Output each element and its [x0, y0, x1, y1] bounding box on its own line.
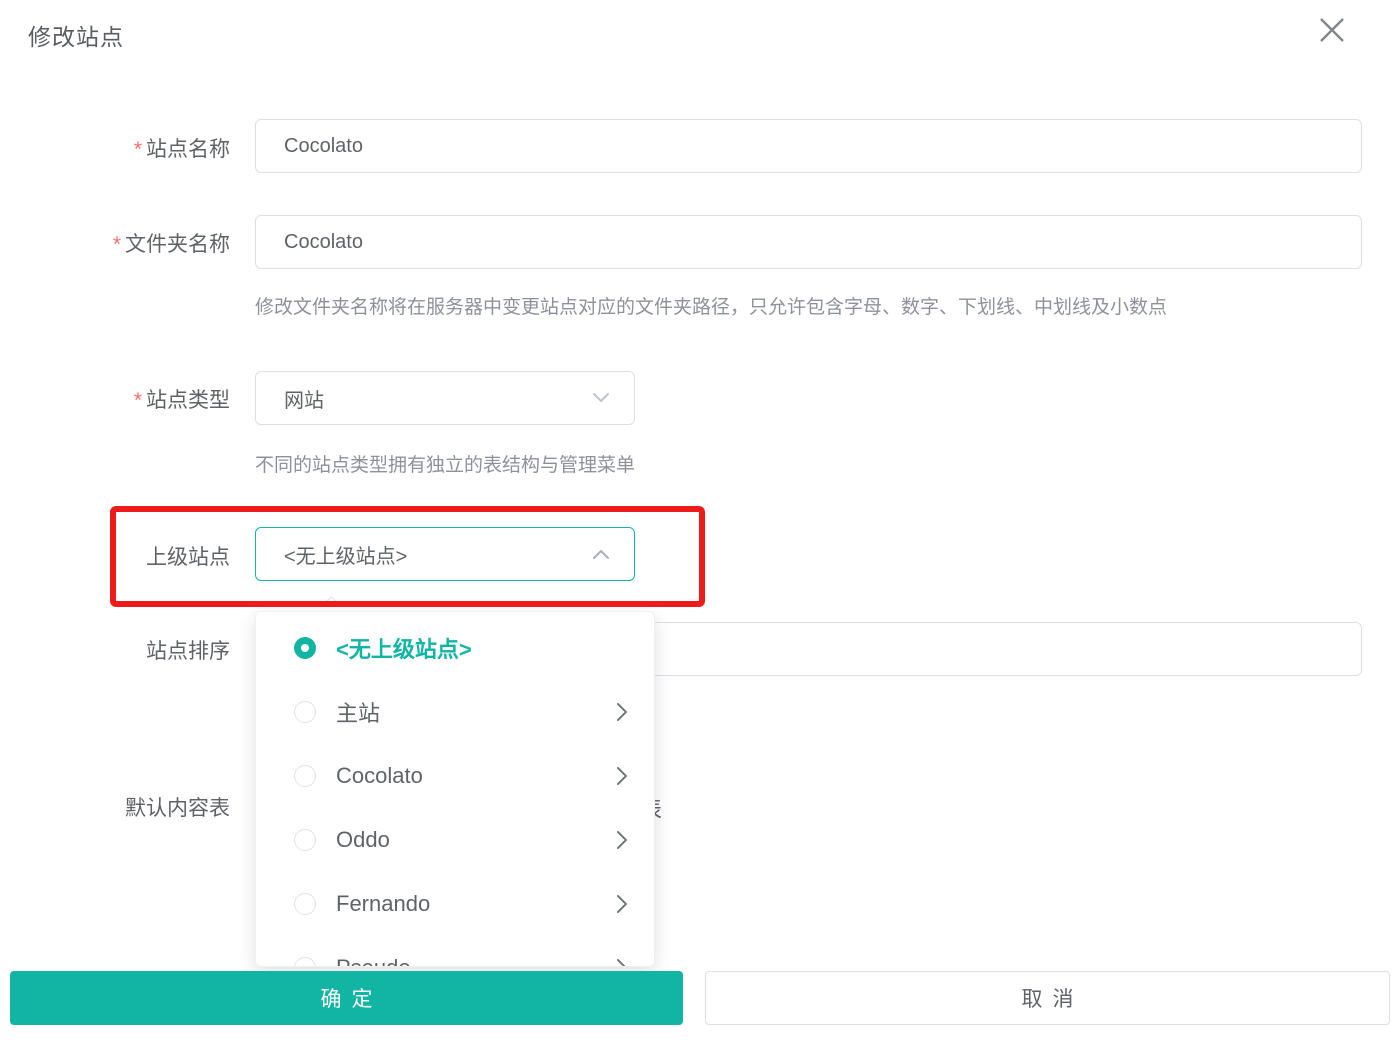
radio-icon [294, 957, 316, 967]
radio-icon [294, 701, 316, 723]
folder-name-label: *文件夹名称 [0, 228, 230, 258]
dropdown-option-clipped[interactable]: Pseudo [256, 936, 654, 967]
site-type-label: *站点类型 [0, 384, 230, 414]
dropdown-option-cocolato[interactable]: Cocolato [256, 744, 654, 808]
default-content-table-label: 默认内容表 [0, 792, 230, 822]
edit-site-dialog: 修改站点 *站点名称 *文件夹名称 修改文件夹名称将在服务器中变更站点对应的文件… [0, 0, 1397, 1043]
close-button[interactable] [1308, 6, 1356, 54]
parent-site-label: 上级站点 [0, 541, 230, 571]
confirm-button[interactable]: 确定 [10, 971, 683, 1025]
folder-name-help: 修改文件夹名称将在服务器中变更站点对应的文件夹路径，只允许包含字母、数字、下划线… [255, 292, 1167, 319]
folder-name-input[interactable] [255, 215, 1362, 269]
site-name-label: *站点名称 [0, 133, 230, 163]
required-asterisk: * [134, 138, 142, 161]
site-name-input[interactable] [255, 119, 1362, 173]
dropdown-option-main-site[interactable]: 主站 [256, 680, 654, 744]
chevron-up-icon [592, 548, 610, 560]
parent-site-value: <无上级站点> [284, 540, 592, 569]
parent-site-dropdown: <无上级站点> 主站 Cocolato Oddo Fernando [255, 611, 655, 967]
radio-selected-icon [294, 637, 316, 659]
dropdown-option-no-parent[interactable]: <无上级站点> [256, 616, 654, 680]
dialog-title: 修改站点 [28, 18, 124, 52]
site-type-select[interactable]: 网站 [255, 371, 635, 425]
close-icon [1317, 15, 1347, 45]
site-type-help: 不同的站点类型拥有独立的表结构与管理菜单 [255, 450, 635, 477]
radio-icon [294, 829, 316, 851]
chevron-right-icon[interactable] [615, 958, 628, 967]
chevron-right-icon[interactable] [615, 702, 628, 722]
site-type-value: 网站 [284, 384, 592, 413]
chevron-right-icon[interactable] [615, 830, 628, 850]
dropdown-option-fernando[interactable]: Fernando [256, 872, 654, 936]
chevron-down-icon [592, 392, 610, 404]
required-asterisk: * [113, 233, 121, 256]
chevron-right-icon[interactable] [615, 766, 628, 786]
parent-site-select[interactable]: <无上级站点> [255, 527, 635, 581]
required-asterisk: * [134, 389, 142, 412]
cancel-button[interactable]: 取消 [705, 971, 1390, 1025]
chevron-right-icon[interactable] [615, 894, 628, 914]
dropdown-option-oddo[interactable]: Oddo [256, 808, 654, 872]
radio-icon [294, 893, 316, 915]
site-sort-label: 站点排序 [0, 635, 230, 665]
radio-icon [294, 765, 316, 787]
